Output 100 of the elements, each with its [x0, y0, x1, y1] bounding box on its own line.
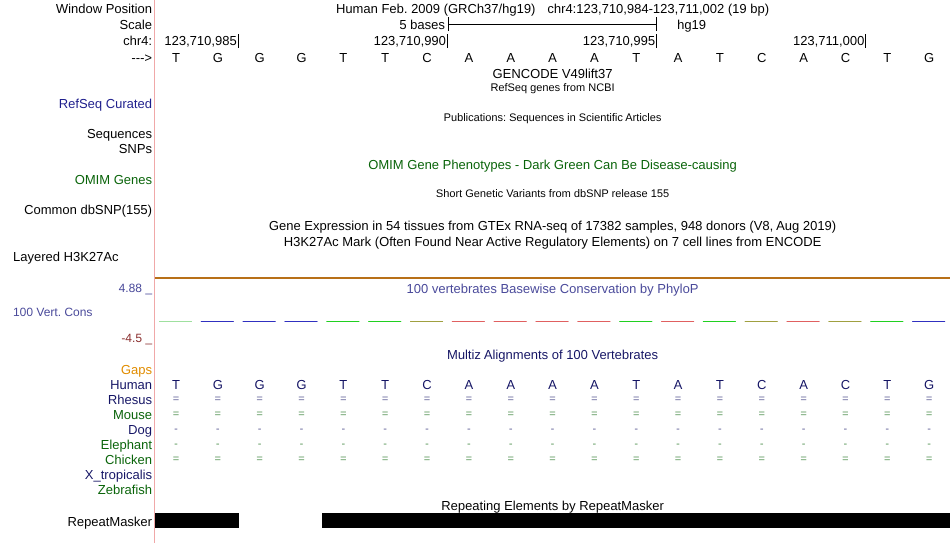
- repeat-element-block[interactable]: [908, 513, 950, 528]
- track-label[interactable]: RepeatMasker: [67, 514, 152, 528]
- alignment-base: =: [297, 394, 306, 405]
- alignment-base: -: [214, 439, 221, 450]
- alignment-base: -: [466, 424, 472, 435]
- ruler-tick: 123,710,985: [155, 34, 239, 48]
- alignment-base: -: [675, 439, 681, 450]
- alignment-base: -: [926, 439, 932, 450]
- alignment-base: =: [757, 394, 766, 405]
- alignment-base: =: [172, 409, 180, 420]
- alignment-base: =: [214, 394, 222, 405]
- track-label[interactable]: Window Position: [56, 2, 152, 14]
- repeat-element-block[interactable]: [196, 513, 239, 528]
- alignment-base: =: [716, 394, 724, 405]
- alignment-base: -: [675, 424, 681, 435]
- track-label[interactable]: SNPs: [118, 142, 152, 155]
- track-title: Repeating Elements by RepeatMasker: [441, 498, 664, 512]
- assembly-label: hg19: [677, 18, 706, 30]
- alignment-base: =: [339, 454, 348, 465]
- dna-base: C: [421, 50, 433, 64]
- alignment-base: T: [170, 378, 181, 391]
- track-label[interactable]: Layered H3K27Ac: [13, 250, 119, 263]
- alignment-base: =: [380, 394, 390, 405]
- alignment-base: -: [550, 424, 556, 435]
- alignment-base: -: [633, 424, 639, 435]
- alignment-base: -: [382, 439, 388, 450]
- alignment-base: C: [421, 378, 433, 391]
- alignment-base: =: [924, 409, 934, 420]
- alignment-base: -: [256, 424, 262, 435]
- alignment-base: -: [508, 439, 514, 450]
- track-label[interactable]: OMIM Genes: [74, 173, 152, 186]
- alignment-base: -: [424, 424, 430, 435]
- alignment-base: A: [505, 378, 516, 391]
- assembly-name: Human Feb. 2009 (GRCh37/hg19): [336, 2, 536, 14]
- alignment-base: -: [256, 439, 262, 450]
- track-label[interactable]: Elephant: [100, 438, 152, 451]
- track-label[interactable]: Common dbSNP(155): [24, 203, 152, 216]
- alignment-base: =: [632, 394, 640, 405]
- track-label[interactable]: Rhesus: [108, 393, 152, 406]
- alignment-base: =: [380, 409, 390, 420]
- alignment-base: =: [590, 409, 599, 420]
- alignment-base: G: [212, 378, 224, 391]
- alignment-base: -: [758, 439, 765, 450]
- alignment-base: C: [840, 378, 852, 391]
- track-label[interactable]: Mouse: [112, 408, 152, 421]
- alignment-base: =: [757, 409, 766, 420]
- alignment-base: -: [842, 439, 848, 450]
- alignment-base: =: [841, 394, 850, 405]
- alignment-base: -: [508, 424, 514, 435]
- dna-base: G: [295, 50, 308, 64]
- alignment-base: =: [506, 409, 515, 420]
- alignment-base: =: [422, 394, 432, 405]
- dna-base: C: [840, 50, 852, 64]
- alignment-base: G: [923, 378, 936, 391]
- alignment-base: A: [672, 378, 684, 391]
- alignment-base: =: [297, 454, 306, 465]
- alignment-base: =: [380, 454, 390, 465]
- track-label[interactable]: 100 Vert. Cons: [13, 306, 92, 318]
- dna-base: A: [672, 50, 684, 64]
- alignment-base: =: [841, 454, 850, 465]
- alignment-base: A: [798, 378, 809, 391]
- alignment-base: -: [633, 439, 639, 450]
- track-label[interactable]: RefSeq Curated: [58, 97, 152, 110]
- alignment-base: G: [295, 378, 308, 391]
- alignment-base: =: [214, 454, 222, 465]
- dna-base: A: [588, 50, 600, 64]
- track-title: Gene Expression in 54 tissues from GTEx RNA-seq of 17382 samples, 948 donors (V8, Aug 2019): [268, 218, 836, 232]
- dna-base: T: [338, 50, 348, 64]
- ruler-tick: 123,710,990: [238, 34, 448, 48]
- alignment-base: =: [924, 454, 934, 465]
- alignment-base: =: [422, 454, 432, 465]
- alignment-base: =: [841, 409, 850, 420]
- track-label[interactable]: Chicken: [105, 453, 152, 466]
- dna-base: C: [756, 50, 768, 64]
- alignment-base: -: [550, 439, 556, 450]
- track-label[interactable]: Dog: [128, 423, 152, 436]
- track-label[interactable]: Zebrafish: [98, 483, 152, 496]
- alignment-base: =: [757, 454, 766, 465]
- alignment-base: -: [800, 424, 806, 435]
- track-label[interactable]: Sequences: [86, 127, 152, 140]
- alignment-base: =: [632, 409, 640, 420]
- track-label[interactable]: Scale: [119, 18, 152, 30]
- track-title: H3K27Ac Mark (Often Found Near Active Regulatory Elements) on 7 cell lines from ENCODE: [284, 234, 822, 248]
- repeat-element-block[interactable]: [322, 513, 364, 528]
- alignment-base: =: [506, 454, 515, 465]
- alignment-base: A: [588, 378, 600, 391]
- strand-arrow[interactable]: --->: [131, 50, 152, 64]
- alignment-base: =: [674, 394, 682, 405]
- alignment-base: =: [590, 454, 599, 465]
- repeat-element-block[interactable]: [155, 513, 197, 528]
- alignment-base: =: [799, 409, 808, 420]
- alignment-base: T: [882, 378, 892, 391]
- alignment-base: =: [883, 394, 892, 405]
- track-label[interactable]: Human: [110, 378, 152, 391]
- track-title: Publications: Sequences in Scientific Articles: [444, 113, 662, 124]
- alignment-base: =: [716, 409, 724, 420]
- alignment-base: -: [466, 439, 472, 450]
- alignment-base: =: [339, 409, 348, 420]
- track-label[interactable]: X_tropicalis: [84, 468, 152, 481]
- track-label[interactable]: chr4:: [123, 34, 152, 47]
